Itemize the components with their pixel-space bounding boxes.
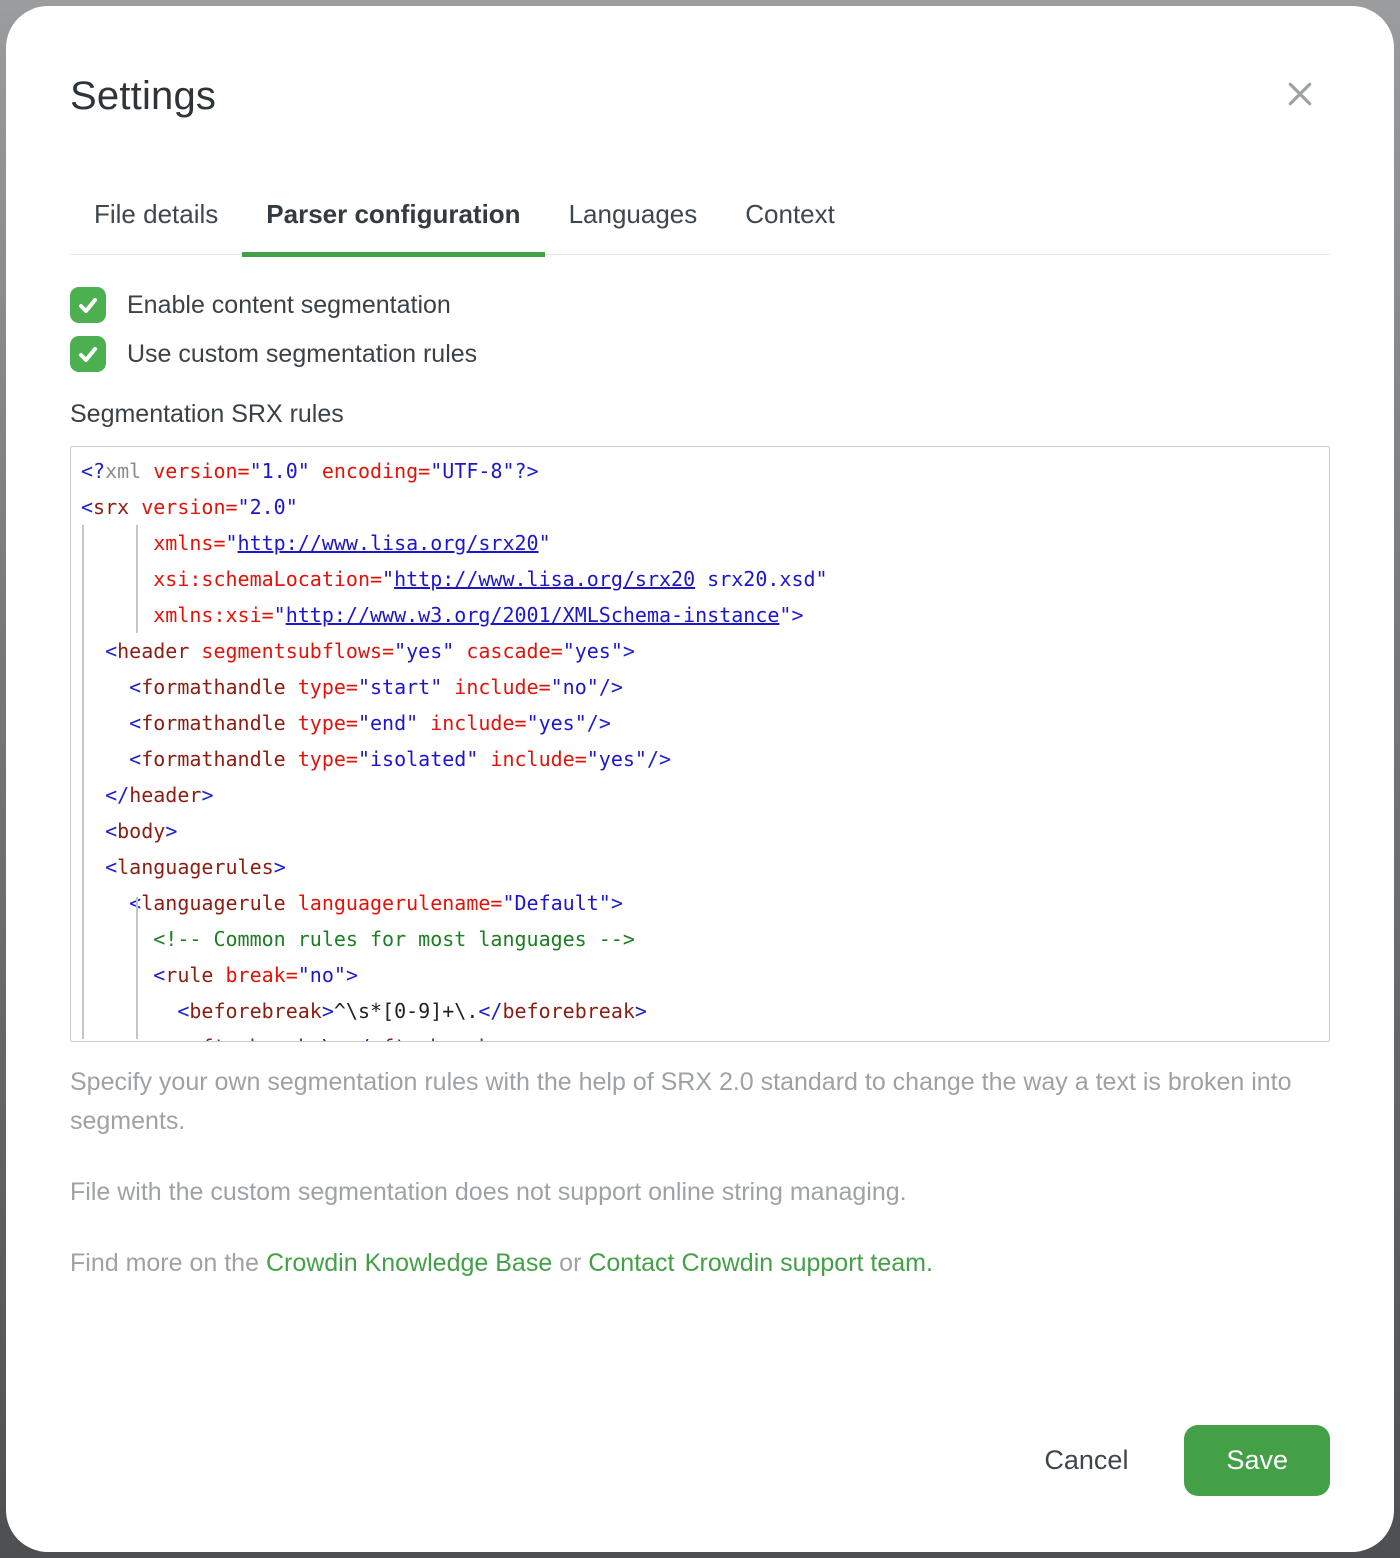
settings-modal: Settings File details Parser configurati… (6, 6, 1394, 1552)
check-icon (76, 293, 100, 317)
tab-context[interactable]: Context (721, 181, 859, 257)
indent-guide (82, 525, 84, 1039)
find-more-line: Find more on the Crowdin Knowledge Base … (70, 1244, 1330, 1283)
tab-parser-configuration[interactable]: Parser configuration (242, 181, 544, 257)
find-more-prefix: Find more on the (70, 1249, 266, 1277)
contact-support-link[interactable]: Contact Crowdin support team. (588, 1249, 933, 1277)
code-content: <?xml version="1.0" encoding="UTF-8"?><s… (81, 453, 1319, 1042)
find-more-middle: or (552, 1249, 588, 1277)
tab-languages[interactable]: Languages (545, 181, 722, 257)
modal-header: Settings (70, 6, 1330, 119)
save-button[interactable]: Save (1184, 1425, 1330, 1496)
modal-footer: Cancel Save (1044, 1425, 1330, 1496)
checkbox-label: Use custom segmentation rules (127, 340, 477, 369)
knowledge-base-link[interactable]: Crowdin Knowledge Base (266, 1249, 552, 1277)
close-button[interactable] (1278, 72, 1322, 116)
help-paragraph-1: Specify your own segmentation rules with… (70, 1063, 1330, 1141)
help-paragraph-2: File with the custom segmentation does n… (70, 1173, 1330, 1212)
cancel-button[interactable]: Cancel (1044, 1445, 1128, 1476)
indent-guide (136, 897, 138, 1039)
check-icon (76, 342, 100, 366)
indent-guide (136, 525, 138, 633)
use-custom-segmentation-rules-checkbox[interactable] (70, 336, 106, 372)
tab-bar: File details Parser configuration Langua… (70, 181, 1330, 255)
page-title: Settings (70, 74, 1330, 119)
srx-editor[interactable]: <?xml version="1.0" encoding="UTF-8"?><s… (70, 446, 1330, 1042)
close-icon (1283, 77, 1317, 111)
tab-file-details[interactable]: File details (70, 181, 242, 257)
use-custom-segmentation-rules-row[interactable]: Use custom segmentation rules (70, 336, 1330, 372)
srx-rules-label: Segmentation SRX rules (70, 400, 1330, 429)
checkbox-group: Enable content segmentation Use custom s… (70, 287, 1330, 372)
checkbox-label: Enable content segmentation (127, 291, 451, 320)
enable-content-segmentation-row[interactable]: Enable content segmentation (70, 287, 1330, 323)
enable-content-segmentation-checkbox[interactable] (70, 287, 106, 323)
